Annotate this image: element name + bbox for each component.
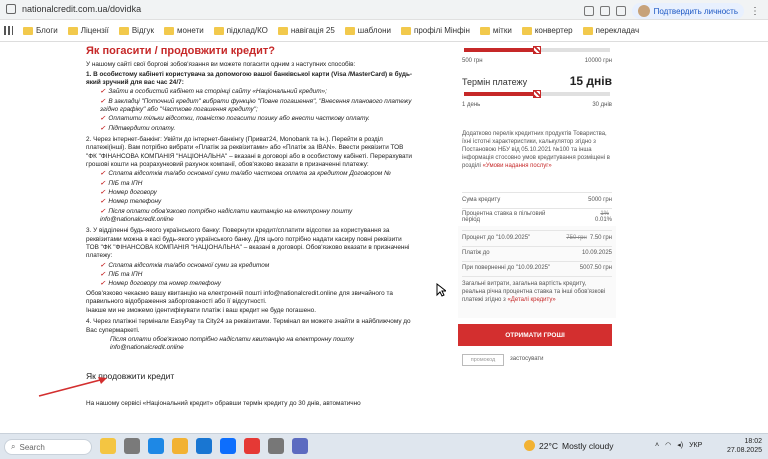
folder-icon [23,26,33,35]
star-icon[interactable] [583,6,594,16]
sidebar-icon[interactable] [615,6,626,16]
time: 18:02 [744,438,762,445]
bookmark-item[interactable]: профілі Мінфін [400,26,470,35]
chrome-icon[interactable] [244,438,260,454]
bookmark-label: монети [177,26,204,35]
folder-icon [521,26,532,35]
address-bar: nationalcredit.com.ua/dovidka Подтвердит… [0,0,768,20]
bookmark-item[interactable]: мітки [479,26,512,35]
profile-label: Подтвердить личность [653,6,738,16]
bookmark-item[interactable]: конвертер [521,26,573,35]
url-field[interactable]: nationalcredit.com.ua/dovidka [22,4,141,14]
outlook-icon[interactable] [196,438,212,454]
teams-icon[interactable] [292,438,308,454]
folder-icon [118,26,129,35]
folder-icon [67,26,78,35]
folder-icon [582,26,593,35]
menu-icon[interactable]: ⋮ [750,6,760,17]
copilot-icon[interactable] [100,438,116,454]
bookmark-item[interactable]: перекладач [582,26,640,35]
weather-icon [524,440,535,451]
arrow-shaft [38,378,105,397]
taskbar: ⌕ Search 22°C Mostly cloudy ˄ ◠ ◂) УКР 1… [0,433,768,459]
folder-icon [213,26,224,35]
bookmark-item[interactable]: шаблони [344,26,391,35]
apps-grid-icon[interactable] [4,26,13,35]
store-icon[interactable] [220,438,236,454]
bookmark-label: Блоги [36,26,58,35]
chevron-up-icon[interactable]: ˄ [655,442,659,449]
folder-icon [344,26,355,35]
bookmark-label: конвертер [534,26,573,35]
task-view-icon[interactable] [124,438,140,454]
site-info-icon[interactable] [6,4,16,14]
bookmark-label: підклад/КО [226,26,268,35]
search-label: Search [19,442,45,452]
clock[interactable]: 18:02 27.08.2025 [727,437,762,455]
mouse-cursor-icon [436,283,446,297]
bookmark-label: перекладач [595,26,640,35]
bookmark-label: Ліцензії [80,26,109,35]
folder-icon [164,26,175,35]
extensions-icon[interactable] [599,6,610,16]
bookmark-label: мітки [492,26,512,35]
weather-text: Mostly cloudy [562,440,614,451]
bookmark-item[interactable]: Відгук [118,26,155,35]
folder-icon [400,26,411,35]
annotation-arrow [38,377,107,397]
bookmark-label: Відгук [131,26,155,35]
bookmark-label: навігація 25 [290,26,335,35]
browser-toolbar-right: Подтвердить личность ⋮ [583,3,760,19]
taskbar-search[interactable]: ⌕ Search [4,439,92,455]
temperature: 22°C [539,440,558,451]
bookmark-item[interactable]: Блоги [23,26,58,35]
edge-icon[interactable] [148,438,164,454]
bookmark-item[interactable]: навігація 25 [277,26,335,35]
bookmark-item[interactable]: монети [164,26,204,35]
taskbar-apps [100,438,308,454]
volume-icon[interactable]: ◂) [677,441,683,449]
weather-widget[interactable]: 22°C Mostly cloudy [524,440,614,451]
avatar [637,5,650,17]
bookmark-item[interactable]: Ліцензії [67,26,109,35]
file-explorer-icon[interactable] [172,438,188,454]
app-icon[interactable] [268,438,284,454]
folder-icon [479,26,490,35]
language-indicator[interactable]: УКР [689,442,702,449]
wifi-icon[interactable]: ◠ [665,441,671,449]
profile-button[interactable]: Подтвердить личность [631,3,744,19]
bookmark-label: профілі Мінфін [413,26,470,35]
bookmark-item[interactable]: підклад/КО [213,26,268,35]
search-icon: ⌕ [11,442,16,451]
page-content: Як погасити / продовжити кредит? У нашом… [0,42,768,433]
date: 27.08.2025 [726,447,762,455]
bookmarks-bar: Блоги Ліцензії Відгук монети підклад/КО … [0,20,768,42]
system-tray: ˄ ◠ ◂) УКР [655,441,702,450]
folder-icon [277,26,288,35]
bookmark-label: шаблони [357,26,391,35]
